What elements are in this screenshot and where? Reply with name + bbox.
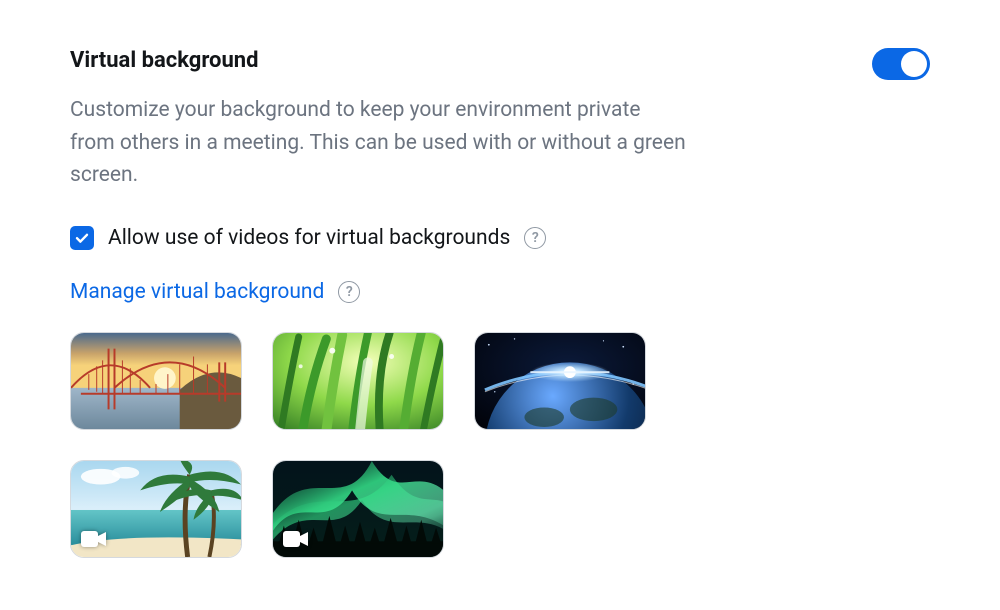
background-thumbnail-earth[interactable]: [474, 332, 646, 430]
background-thumbnail-aurora[interactable]: [272, 460, 444, 558]
help-icon[interactable]: ?: [338, 281, 360, 303]
background-thumbnail-bridge[interactable]: [70, 332, 242, 430]
video-badge-icon: [81, 529, 107, 549]
bridge-art-icon: [71, 333, 241, 429]
check-icon: [74, 230, 90, 246]
virtual-background-toggle[interactable]: [872, 48, 930, 80]
allow-video-bg-label: Allow use of videos for virtual backgrou…: [108, 226, 510, 250]
video-badge-icon: [283, 529, 309, 549]
allow-video-bg-checkbox[interactable]: [70, 226, 94, 250]
setting-title: Virtual background: [70, 48, 259, 73]
manage-virtual-background-link[interactable]: Manage virtual background: [70, 280, 324, 304]
background-thumbnail-grass[interactable]: [272, 332, 444, 430]
earth-art-icon: [475, 333, 645, 429]
help-icon[interactable]: ?: [524, 227, 546, 249]
grass-art-icon: [273, 333, 443, 429]
setting-description: Customize your background to keep your e…: [70, 94, 690, 192]
background-thumbnail-beach[interactable]: [70, 460, 242, 558]
background-thumbnail-grid: [70, 332, 770, 558]
